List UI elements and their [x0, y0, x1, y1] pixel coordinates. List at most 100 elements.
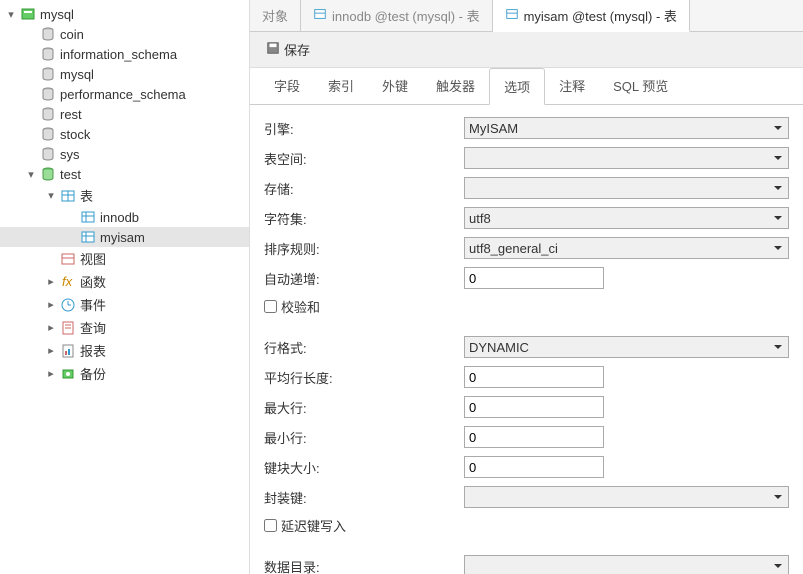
tree-folder-views[interactable]: ▸视图	[0, 247, 249, 270]
avgrowlen-label: 平均行长度:	[264, 368, 464, 387]
save-button[interactable]: 保存	[260, 38, 316, 61]
tree-db-label: coin	[60, 27, 84, 42]
tree-db-label: test	[60, 167, 81, 182]
tree-db-test[interactable]: ▾ test	[0, 164, 249, 184]
maxrows-label: 最大行:	[264, 398, 464, 417]
packkeys-label: 封装键:	[264, 488, 464, 507]
tree-folder-functions[interactable]: ▸fx函数	[0, 270, 249, 293]
tab-myisam[interactable]: myisam @test (mysql) - 表	[493, 0, 690, 32]
tree-folder-queries[interactable]: ▸ 查询	[0, 316, 249, 339]
save-icon	[266, 41, 280, 58]
child-tab-options[interactable]: 选项	[489, 68, 545, 105]
chevron-right-icon[interactable]: ▸	[44, 367, 58, 380]
avgrowlen-input[interactable]	[464, 366, 604, 388]
tablespace-select[interactable]	[464, 147, 789, 169]
child-tab-comment[interactable]: 注释	[545, 68, 599, 104]
chevron-down-icon[interactable]: ▾	[44, 189, 58, 202]
main-panel: 对象 innodb @test (mysql) - 表 myisam @test…	[250, 0, 803, 574]
child-tab-fk[interactable]: 外键	[368, 68, 422, 104]
chevron-right-icon[interactable]: ▸	[44, 321, 58, 334]
view-icon	[60, 251, 76, 267]
autoinc-label: 自动递增:	[264, 269, 464, 288]
tab-label: myisam @test (mysql) - 表	[524, 6, 677, 25]
tables-icon	[60, 188, 76, 204]
charset-select[interactable]: utf8	[464, 207, 789, 229]
table-icon	[80, 209, 96, 225]
delaykey-checkbox[interactable]: 延迟键写入	[264, 516, 346, 535]
chevron-right-icon[interactable]: ▸	[44, 275, 58, 288]
function-icon: fx	[60, 274, 76, 290]
checksum-checkbox[interactable]: 校验和	[264, 297, 320, 316]
tree-table-label: myisam	[100, 230, 145, 245]
tree-db-label: mysql	[60, 67, 94, 82]
storage-label: 存储:	[264, 179, 464, 198]
child-tab-sqlpreview[interactable]: SQL 预览	[599, 68, 682, 104]
tree-folder-label: 函数	[80, 272, 106, 291]
tree-table-label: innodb	[100, 210, 139, 225]
rowformat-value: DYNAMIC	[469, 340, 529, 355]
checksum-label: 校验和	[281, 297, 320, 316]
tree-table-myisam[interactable]: ▸myisam	[0, 227, 249, 247]
tree-folder-reports[interactable]: ▸ 报表	[0, 339, 249, 362]
child-tab-fields[interactable]: 字段	[260, 68, 314, 104]
child-tab-triggers[interactable]: 触发器	[422, 68, 489, 104]
sidebar: ▾ mysql ▸coin ▸information_schema ▸mysql…	[0, 0, 250, 574]
tree-folder-backups[interactable]: ▸备份	[0, 362, 249, 385]
tab-innodb[interactable]: innodb @test (mysql) - 表	[301, 0, 493, 31]
toolbar: 保存	[250, 32, 803, 68]
tree-table-innodb[interactable]: ▸innodb	[0, 207, 249, 227]
tree-folder-events[interactable]: ▸ 事件	[0, 293, 249, 316]
tree-db-label: performance_schema	[60, 87, 186, 102]
charset-value: utf8	[469, 211, 491, 226]
table-icon	[80, 229, 96, 245]
chevron-right-icon[interactable]: ▸	[44, 298, 58, 311]
autoinc-input[interactable]	[464, 267, 604, 289]
tree-folder-label: 视图	[80, 249, 106, 268]
tree-root-label: mysql	[40, 7, 74, 22]
charset-label: 字符集:	[264, 209, 464, 228]
tree-db-information-schema[interactable]: ▸information_schema	[0, 44, 249, 64]
child-tab-indexes[interactable]: 索引	[314, 68, 368, 104]
tree-db-rest[interactable]: ▸rest	[0, 104, 249, 124]
tree-folder-label: 事件	[80, 295, 106, 314]
chevron-right-icon[interactable]: ▸	[44, 344, 58, 357]
tree-db-performance-schema[interactable]: ▸performance_schema	[0, 84, 249, 104]
database-icon	[40, 106, 56, 122]
tree-db-mysql[interactable]: ▸mysql	[0, 64, 249, 84]
tree-folder-label: 表	[80, 186, 93, 205]
rowformat-label: 行格式:	[264, 338, 464, 357]
tab-objects[interactable]: 对象	[250, 0, 301, 31]
tree-folder-label: 查询	[80, 318, 106, 337]
tree-db-stock[interactable]: ▸stock	[0, 124, 249, 144]
tree-folder-tables[interactable]: ▾表	[0, 184, 249, 207]
designer-tabs: 字段 索引 外键 触发器 选项 注释 SQL 预览	[250, 68, 803, 105]
tree-db-sys[interactable]: ▸sys	[0, 144, 249, 164]
chevron-down-icon[interactable]: ▾	[4, 8, 18, 21]
engine-select[interactable]: MyISAM	[464, 117, 789, 139]
tree-db-coin[interactable]: ▸coin	[0, 24, 249, 44]
report-icon	[60, 343, 76, 359]
database-icon	[40, 86, 56, 102]
datadir-select[interactable]	[464, 555, 789, 574]
storage-select[interactable]	[464, 177, 789, 199]
table-icon	[505, 7, 519, 24]
checksum-input[interactable]	[264, 300, 277, 313]
backup-icon	[60, 366, 76, 382]
collation-select[interactable]: utf8_general_ci	[464, 237, 789, 259]
options-panel: 引擎:MyISAM 表空间: 存储: 字符集:utf8 排序规则:utf8_ge…	[250, 105, 803, 574]
query-icon	[60, 320, 76, 336]
database-icon	[40, 146, 56, 162]
rowformat-select[interactable]: DYNAMIC	[464, 336, 789, 358]
maxrows-input[interactable]	[464, 396, 604, 418]
minrows-input[interactable]	[464, 426, 604, 448]
tablespace-label: 表空间:	[264, 149, 464, 168]
database-icon	[40, 26, 56, 42]
chevron-down-icon[interactable]: ▾	[24, 168, 38, 181]
editor-tabs: 对象 innodb @test (mysql) - 表 myisam @test…	[250, 0, 803, 32]
tree-root-connection[interactable]: ▾ mysql	[0, 4, 249, 24]
delaykey-input[interactable]	[264, 519, 277, 532]
tree-folder-label: 报表	[80, 341, 106, 360]
tree-db-label: stock	[60, 127, 90, 142]
packkeys-select[interactable]	[464, 486, 789, 508]
keyblock-input[interactable]	[464, 456, 604, 478]
